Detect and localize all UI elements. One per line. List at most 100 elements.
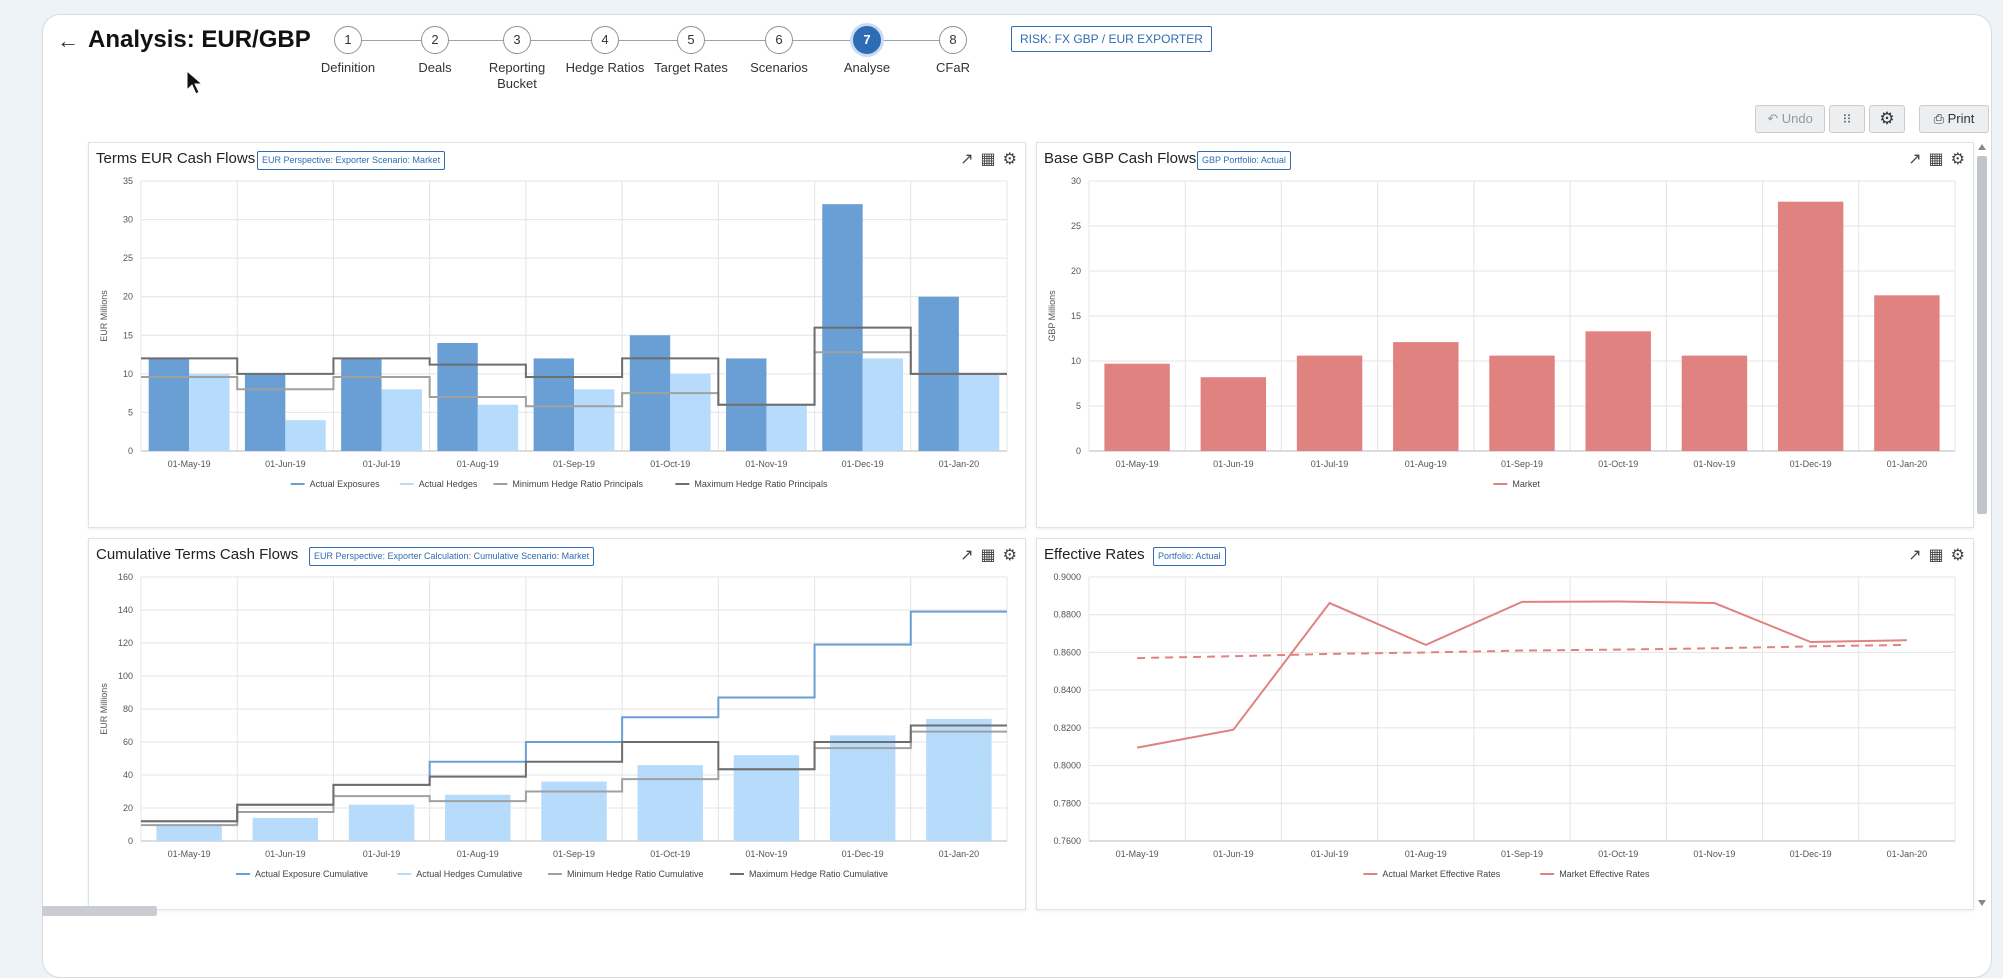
x-tick-label: 01-Aug-19 <box>457 459 499 469</box>
table-icon[interactable]: ▦ <box>981 149 996 169</box>
legend-item: Market <box>1512 479 1540 489</box>
y-tick-label: 0 <box>128 836 133 846</box>
panel-badge[interactable]: Portfolio: Actual <box>1153 547 1226 566</box>
gear-icon[interactable]: ⚙ <box>1003 545 1017 565</box>
vertical-scrollbar[interactable] <box>1976 142 1988 912</box>
step-target-rates[interactable]: 5 Target Rates <box>646 26 736 76</box>
scroll-down-icon[interactable] <box>1978 900 1986 906</box>
y-tick-label: 20 <box>1071 266 1081 276</box>
y-axis-label: EUR Millions <box>99 683 109 735</box>
settings-button[interactable]: ⚙ <box>1869 105 1905 133</box>
grid-layout-button[interactable]: ⁝⁝ <box>1829 105 1865 133</box>
mouse-cursor-icon <box>186 70 204 95</box>
expand-icon[interactable]: ↗ <box>1908 149 1921 169</box>
step-cfar[interactable]: 8 CFaR <box>908 26 998 76</box>
cumulative-chart: 0 20 40 60 80 100 120 140 160 01-May-19 01-Jun-19 0… <box>99 572 1008 879</box>
bar-actual-hedges <box>862 358 904 451</box>
x-tick-label: 01-Jul-19 <box>363 849 401 859</box>
step-reporting-bucket[interactable]: 3 Reporting Bucket <box>472 26 562 92</box>
x-tick-label: 01-May-19 <box>168 459 211 469</box>
legend-item: Maximum Hedge Ratio Principals <box>694 479 828 489</box>
scrollbar-thumb[interactable] <box>1977 156 1987 514</box>
legend-item: Actual Hedges <box>419 479 478 489</box>
x-tick-label: 01-May-19 <box>1116 459 1159 469</box>
bar-market <box>1585 331 1651 451</box>
y-tick-label: 25 <box>123 253 133 263</box>
y-tick-label: 20 <box>123 292 133 302</box>
bar-market <box>1777 201 1844 451</box>
y-tick-label: 10 <box>123 369 133 379</box>
y-tick-label: 20 <box>123 803 133 813</box>
y-axis-label: EUR Millions <box>99 290 109 342</box>
y-tick-label: 5 <box>1076 401 1081 411</box>
step-hedge-ratios[interactable]: 4 Hedge Ratios <box>560 26 650 76</box>
bar-actual-hedges-cumulative <box>348 804 415 841</box>
print-button[interactable]: ⎙ Print <box>1919 105 1989 133</box>
y-tick-label: 0.8400 <box>1053 685 1081 695</box>
panel-badge[interactable]: EUR Perspective: Exporter Calculation: C… <box>309 547 595 566</box>
step-label: Deals <box>418 60 452 75</box>
expand-icon[interactable]: ↗ <box>960 545 973 565</box>
expand-icon[interactable]: ↗ <box>1908 545 1921 565</box>
panel-badge[interactable]: GBP Portfolio: Actual <box>1197 151 1291 170</box>
y-tick-label: 100 <box>118 671 133 681</box>
step-definition[interactable]: 1 Definition <box>303 26 393 76</box>
step-number: 7 <box>853 26 881 54</box>
step-label: Analyse <box>843 60 891 75</box>
x-tick-label: 01-Aug-19 <box>1405 459 1447 469</box>
undo-button[interactable]: ↶ Undo <box>1755 105 1825 133</box>
table-icon[interactable]: ▦ <box>1929 149 1944 169</box>
step-scenarios[interactable]: 6 Scenarios <box>734 26 824 76</box>
bar-actual-hedges <box>477 404 519 451</box>
expand-icon[interactable]: ↗ <box>960 149 973 169</box>
bar-actual-hedges <box>574 389 615 451</box>
bar-market <box>1489 355 1555 451</box>
panel-badge[interactable]: EUR Perspective: Exporter Scenario: Mark… <box>257 151 446 170</box>
bar-market <box>1200 377 1267 451</box>
y-tick-label: 15 <box>1071 311 1081 321</box>
gear-icon[interactable]: ⚙ <box>1003 149 1017 169</box>
step-number: 1 <box>334 26 362 54</box>
horizontal-scrollbar-thumb[interactable] <box>42 906 157 916</box>
bar-actual-exposures <box>148 358 190 451</box>
y-tick-label: 5 <box>128 407 133 417</box>
x-tick-label: 01-May-19 <box>1116 849 1159 859</box>
step-analyse[interactable]: 7 Analyse <box>822 26 912 76</box>
x-tick-label: 01-Sep-19 <box>1501 459 1543 469</box>
x-tick-label: 01-May-19 <box>168 849 211 859</box>
undo-icon: ↶ <box>1767 111 1779 126</box>
y-tick-label: 15 <box>123 330 133 340</box>
step-number: 2 <box>421 26 449 54</box>
step-deals[interactable]: 2 Deals <box>390 26 480 76</box>
panel-actions: ↗ ▦ ⚙ <box>953 545 1017 565</box>
scroll-up-icon[interactable] <box>1978 144 1986 150</box>
x-tick-label: 01-Oct-19 <box>1598 459 1638 469</box>
step-number: 4 <box>591 26 619 54</box>
y-tick-label: 80 <box>123 704 133 714</box>
table-icon[interactable]: ▦ <box>1929 545 1944 565</box>
legend-item: Actual Hedges Cumulative <box>416 869 522 879</box>
panel-effective-rates: Effective Rates Portfolio: Actual ↗ ▦ ⚙ 0.… <box>1036 538 1974 910</box>
legend-item: Actual Exposures <box>310 479 381 489</box>
risk-badge[interactable]: RISK: FX GBP / EUR EXPORTER <box>1011 26 1212 52</box>
bar-market <box>1296 355 1363 451</box>
bar-actual-hedges-cumulative <box>926 718 992 841</box>
panel-title: Terms EUR Cash Flows <box>96 150 256 167</box>
gear-icon[interactable]: ⚙ <box>1951 149 1965 169</box>
gear-icon[interactable]: ⚙ <box>1951 545 1965 565</box>
panel-actions: ↗ ▦ ⚙ <box>1901 149 1965 169</box>
back-arrow-icon[interactable]: ← <box>57 28 79 54</box>
y-tick-label: 25 <box>1071 221 1081 231</box>
step-label: Target Rates <box>654 60 728 75</box>
panel-base-cash-flows: Base GBP Cash Flows GBP Portfolio: Actua… <box>1036 142 1974 528</box>
table-icon[interactable]: ▦ <box>981 545 996 565</box>
print-label: Print <box>1947 111 1975 126</box>
y-tick-label: 0 <box>128 446 133 456</box>
x-tick-label: 01-Jan-20 <box>939 459 980 469</box>
y-tick-label: 0.7800 <box>1053 798 1081 808</box>
x-tick-label: 01-Jun-19 <box>1213 459 1254 469</box>
panel-actions: ↗ ▦ ⚙ <box>953 149 1017 169</box>
y-tick-label: 30 <box>1071 176 1081 186</box>
x-tick-label: 01-Jul-19 <box>1311 849 1349 859</box>
base-chart: 0 5 10 15 20 25 30 01-May-19 01-Jun-19 01-Jul-19 0… <box>1047 176 1956 489</box>
